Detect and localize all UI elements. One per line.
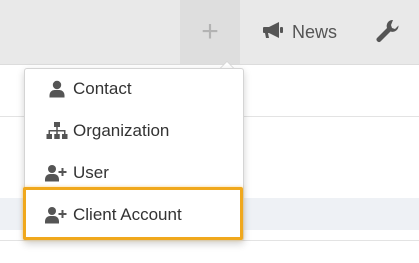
settings-button[interactable]	[374, 18, 400, 46]
menu-item-client-account[interactable]: Client Account	[25, 195, 243, 235]
menu-item-user[interactable]: User	[25, 153, 243, 193]
news-button[interactable]: News	[262, 0, 337, 64]
menu-item-label: User	[73, 163, 109, 182]
wrench-icon	[374, 19, 400, 50]
user-icon	[45, 79, 69, 99]
news-label: News	[292, 21, 338, 42]
top-toolbar: + News	[0, 0, 419, 65]
menu-item-label: Organization	[73, 121, 170, 140]
menu-item-organization[interactable]: Organization	[25, 111, 243, 151]
user-plus-icon	[45, 163, 69, 183]
plus-icon: +	[201, 15, 219, 48]
menu-item-contact[interactable]: Contact	[25, 69, 243, 109]
add-new-dropdown: Contact Organization User Client Account	[24, 68, 244, 241]
menu-item-label: Contact	[73, 79, 132, 98]
sitemap-icon	[45, 121, 69, 141]
user-plus-icon	[45, 205, 69, 225]
add-new-button[interactable]: +	[180, 0, 240, 64]
megaphone-icon	[262, 20, 286, 45]
menu-item-label: Client Account	[73, 205, 182, 224]
